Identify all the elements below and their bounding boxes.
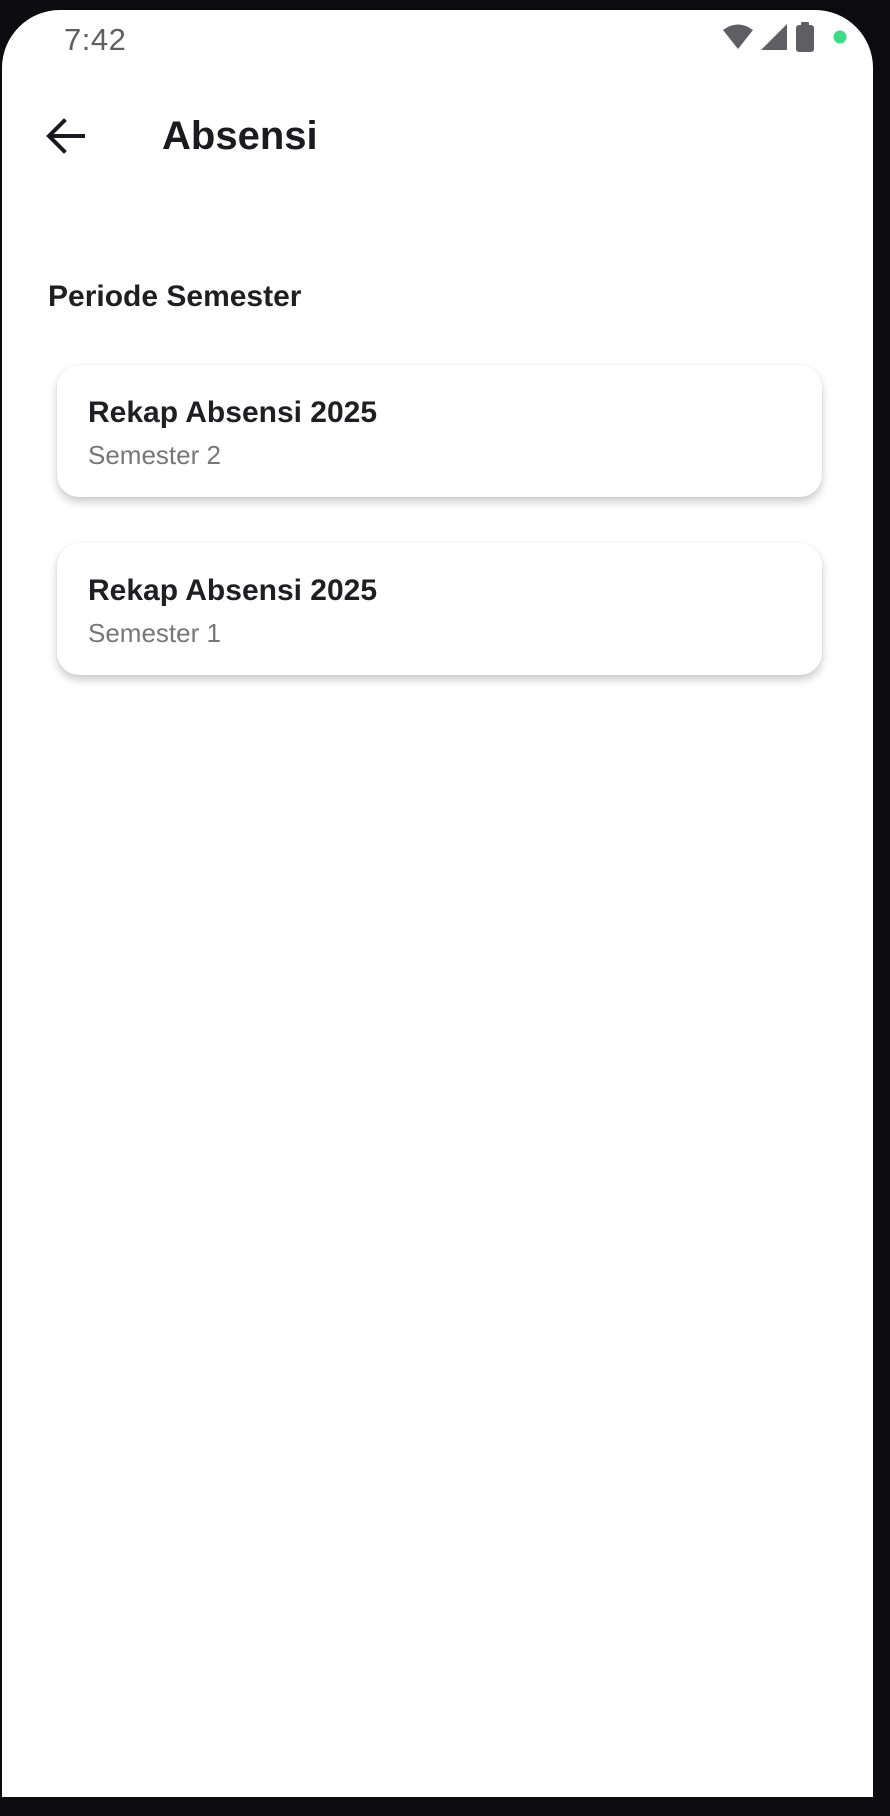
- section-heading: Periode Semester: [48, 280, 302, 313]
- card-subtitle: Semester 2: [88, 440, 221, 470]
- status-time: 7:42: [64, 22, 127, 57]
- status-icons: [715, 21, 847, 57]
- card-subtitle: Semester 1: [88, 618, 221, 648]
- back-button[interactable]: [32, 105, 98, 171]
- semester-card[interactable]: Rekap Absensi 2025 Semester 1: [57, 543, 822, 675]
- app-bar: Absensi: [2, 90, 873, 180]
- cellular-signal-icon: [761, 23, 787, 55]
- battery-icon: [795, 21, 815, 57]
- arrow-left-icon: [45, 117, 85, 159]
- status-bar: 7:42: [2, 10, 873, 70]
- privacy-indicator-icon: [833, 30, 847, 49]
- semester-card[interactable]: Rekap Absensi 2025 Semester 2: [57, 365, 822, 497]
- card-title: Rekap Absensi 2025: [88, 396, 378, 429]
- card-title: Rekap Absensi 2025: [88, 574, 378, 607]
- page-title: Absensi: [162, 114, 318, 158]
- wifi-icon: [723, 24, 753, 55]
- app-screen: 7:42 Absensi Periode Semester Rekap Abse…: [2, 10, 873, 1797]
